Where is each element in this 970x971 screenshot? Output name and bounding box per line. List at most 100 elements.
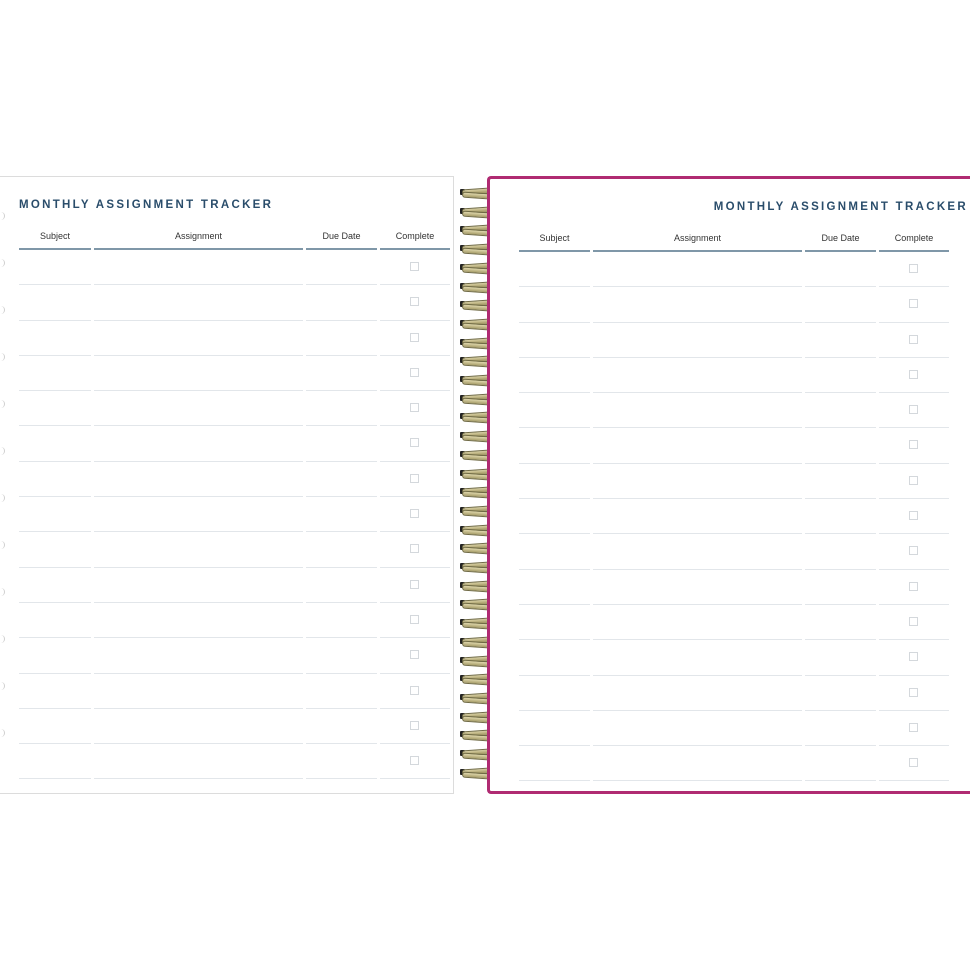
- complete-checkbox[interactable]: [410, 262, 419, 271]
- complete-checkbox[interactable]: [410, 438, 419, 448]
- complete-checkbox[interactable]: [909, 334, 918, 344]
- table-row: [380, 356, 450, 392]
- table-row: [519, 287, 590, 323]
- complete-checkbox[interactable]: [909, 475, 918, 485]
- subject-header: Subject: [519, 231, 590, 252]
- table-row: [306, 356, 377, 392]
- complete-checkbox[interactable]: [410, 332, 419, 342]
- table-row: [879, 499, 949, 535]
- complete-checkbox[interactable]: [410, 403, 419, 413]
- table-row: [306, 321, 377, 356]
- complete-checkbox[interactable]: [410, 367, 419, 377]
- table-row: [94, 426, 303, 462]
- table-row: [380, 603, 450, 639]
- table-row: [519, 499, 590, 535]
- table-row: [805, 711, 876, 747]
- table-row: [306, 603, 377, 639]
- table-row: [380, 638, 450, 674]
- complete-checkbox[interactable]: [909, 581, 918, 591]
- table-row: [593, 534, 802, 570]
- complete-checkbox[interactable]: [410, 544, 419, 554]
- table-row: [380, 674, 450, 709]
- complete-column: Complete: [380, 229, 450, 780]
- complete-checkbox[interactable]: [410, 473, 419, 483]
- complete-checkbox[interactable]: [909, 264, 918, 273]
- table-row: [879, 605, 949, 641]
- complete-checkbox[interactable]: [909, 511, 918, 521]
- complete-checkbox[interactable]: [909, 687, 918, 697]
- complete-checkbox[interactable]: [410, 579, 419, 589]
- table-row: [805, 746, 876, 782]
- table-row: [805, 676, 876, 711]
- table-row: [94, 532, 303, 568]
- table-row: [879, 464, 949, 500]
- table-row: [519, 676, 590, 711]
- table-row: [19, 603, 91, 639]
- table-row: [19, 674, 91, 709]
- table-row: [805, 323, 876, 358]
- table-row: [593, 746, 802, 782]
- subject-header: Subject: [19, 229, 91, 250]
- complete-checkbox[interactable]: [909, 758, 918, 768]
- complete-checkbox[interactable]: [410, 685, 419, 695]
- complete-checkbox[interactable]: [909, 440, 918, 450]
- complete-checkbox[interactable]: [410, 720, 419, 730]
- right-page: MONTHLY ASSIGNMENT TRACKER Subject Assig…: [487, 176, 970, 794]
- complete-checkbox[interactable]: [909, 616, 918, 626]
- complete-checkbox[interactable]: [909, 722, 918, 732]
- complete-checkbox[interactable]: [410, 297, 419, 307]
- table-row: [380, 709, 450, 745]
- complete-header: Complete: [879, 231, 949, 252]
- complete-checkbox[interactable]: [410, 756, 419, 766]
- table-row: [805, 534, 876, 570]
- table-row: [380, 532, 450, 568]
- table-row: [380, 426, 450, 462]
- complete-header: Complete: [380, 229, 450, 250]
- table-row: [879, 746, 949, 782]
- table-row: [593, 428, 802, 464]
- table-row: [879, 287, 949, 323]
- table-row: [306, 426, 377, 462]
- table-row: [94, 250, 303, 286]
- table-row: [380, 744, 450, 780]
- table-row: [805, 252, 876, 288]
- table-row: [593, 358, 802, 394]
- table-row: [879, 640, 949, 676]
- complete-checkbox[interactable]: [410, 650, 419, 660]
- table-row: [805, 499, 876, 535]
- complete-checkbox[interactable]: [909, 299, 918, 309]
- table-row: [94, 674, 303, 709]
- complete-column: Complete: [879, 231, 949, 782]
- table-row: [519, 570, 590, 605]
- complete-checkbox[interactable]: [410, 614, 419, 624]
- table-row: [19, 285, 91, 321]
- table-row: [593, 393, 802, 429]
- table-row: [306, 250, 377, 286]
- table-row: [593, 605, 802, 641]
- table-row: [94, 497, 303, 533]
- table-row: [519, 605, 590, 641]
- table-row: [879, 428, 949, 464]
- table-row: [879, 323, 949, 358]
- table-row: [380, 285, 450, 321]
- table-row: [306, 391, 377, 427]
- table-row: [19, 497, 91, 533]
- table-row: [593, 323, 802, 358]
- complete-checkbox[interactable]: [909, 369, 918, 379]
- table-row: [94, 638, 303, 674]
- table-row: [94, 744, 303, 780]
- table-row: [19, 356, 91, 392]
- table-row: [879, 570, 949, 605]
- left-page: MONTHLY ASSIGNMENT TRACKER Subject Assig…: [0, 176, 454, 794]
- page-title: MONTHLY ASSIGNMENT TRACKER: [713, 201, 968, 213]
- due-date-column: Due Date: [805, 231, 876, 782]
- complete-checkbox[interactable]: [909, 652, 918, 662]
- table-row: [593, 676, 802, 711]
- complete-checkbox[interactable]: [909, 405, 918, 415]
- table-row: [19, 321, 91, 356]
- complete-checkbox[interactable]: [410, 509, 419, 519]
- table-row: [306, 674, 377, 709]
- table-row: [94, 356, 303, 392]
- table-row: [805, 393, 876, 429]
- complete-checkbox[interactable]: [909, 546, 918, 556]
